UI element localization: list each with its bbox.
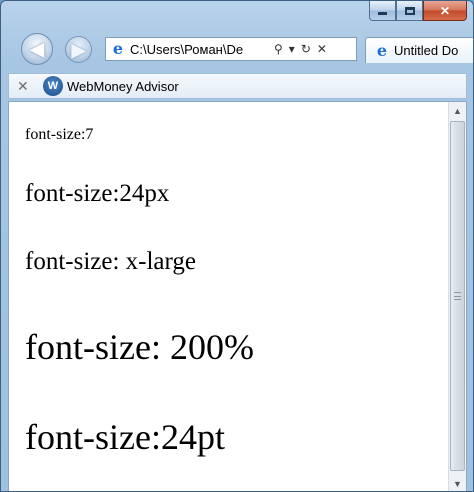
tab-label: Untitled Do bbox=[394, 43, 459, 58]
tab-untitled[interactable]: e Untitled Do bbox=[365, 37, 473, 63]
scroll-up-icon[interactable]: ▲ bbox=[449, 102, 466, 119]
refresh-icon[interactable]: ↻ bbox=[301, 42, 311, 56]
webmoney-advisor-button[interactable]: WebMoney Advisor bbox=[67, 79, 179, 94]
text-line-font-size-x-large: font-size: x-large bbox=[25, 248, 196, 275]
caption-buttons: ✕ bbox=[369, 1, 467, 23]
scroll-thumb[interactable] bbox=[450, 121, 465, 471]
stop-icon[interactable]: ✕ bbox=[317, 42, 327, 56]
forward-button[interactable]: ▶ bbox=[65, 36, 92, 63]
text-line-font-size-7: font-size:7 bbox=[25, 126, 94, 143]
address-bar[interactable]: e C:\Users\Роман\De ⚲ ▾ ↻ ✕ bbox=[105, 37, 357, 61]
webmoney-icon[interactable]: W bbox=[43, 76, 63, 96]
search-icon[interactable]: ⚲ bbox=[274, 42, 283, 56]
close-button[interactable]: ✕ bbox=[423, 1, 467, 21]
ie-tab-icon: e bbox=[376, 40, 388, 60]
back-arrow-icon: ◀ bbox=[30, 39, 44, 59]
page-viewport: font-size:7 font-size:24px font-size: x-… bbox=[8, 101, 467, 491]
addon-toolbar: ✕ W WebMoney Advisor bbox=[8, 73, 467, 99]
maximize-icon bbox=[404, 6, 415, 15]
page-content: font-size:7 font-size:24px font-size: x-… bbox=[9, 102, 449, 491]
navigation-bar: ◀ ▶ e C:\Users\Роман\De ⚲ ▾ ↻ ✕ e Untitl… bbox=[1, 29, 473, 69]
ie-page-icon: e bbox=[112, 39, 124, 58]
back-button[interactable]: ◀ bbox=[21, 33, 53, 65]
vertical-scrollbar[interactable]: ▲ ▼ bbox=[448, 102, 466, 491]
minimize-icon bbox=[378, 12, 387, 15]
dropdown-arrow-icon[interactable]: ▾ bbox=[289, 42, 295, 56]
grip-icon bbox=[454, 292, 461, 300]
forward-arrow-icon: ▶ bbox=[71, 39, 86, 60]
minimize-button[interactable] bbox=[369, 1, 396, 21]
text-line-font-size-200-percent: font-size: 200% bbox=[25, 327, 254, 367]
text-line-font-size-24pt: font-size:24pt bbox=[25, 417, 225, 457]
toolbar-close-icon[interactable]: ✕ bbox=[17, 78, 35, 95]
close-icon: ✕ bbox=[439, 3, 451, 18]
maximize-button[interactable] bbox=[396, 1, 423, 21]
scroll-down-icon[interactable]: ▼ bbox=[449, 475, 466, 491]
text-line-font-size-24px: font-size:24px bbox=[25, 180, 170, 207]
browser-window: ✕ ◀ ▶ e C:\Users\Роман\De ⚲ ▾ ↻ ✕ e Unti… bbox=[0, 0, 474, 492]
address-text: C:\Users\Роман\De bbox=[130, 41, 244, 57]
